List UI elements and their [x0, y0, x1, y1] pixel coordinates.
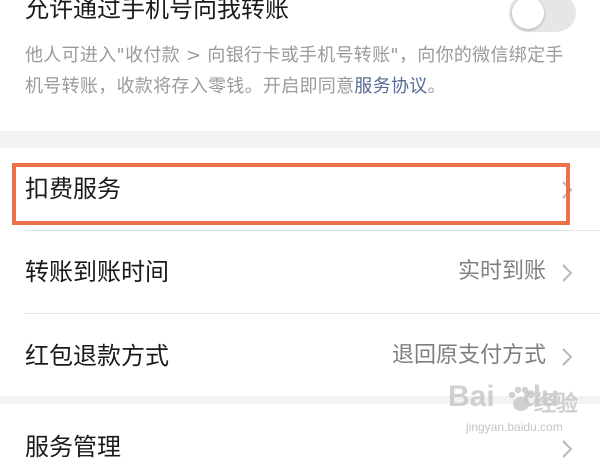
menu-item-label: 服务管理 [25, 433, 121, 461]
chevron-right-icon [562, 348, 573, 366]
description-end: 。 [427, 76, 446, 97]
menu-item-label: 红包退款方式 [25, 342, 169, 370]
menu-item-value: 实时到账 [457, 259, 546, 284]
menu-item-transfer-arrival-time[interactable]: 转账到账时间 实时到账 [0, 231, 600, 313]
chevron-right-icon [562, 264, 573, 282]
phone-transfer-title: 允许通过手机号向我转账 [25, 0, 289, 23]
paw-icon [508, 386, 535, 411]
menu-item-value: 退回原支付方式 [391, 343, 546, 368]
toggle-knob [512, 0, 544, 29]
phone-transfer-description: 他人可进入"收付款 > 向银行卡或手机号转账"，向你的微信绑定手机号转账，收款将… [25, 40, 575, 102]
baidu-jingyan-watermark: Bai du 经验 jingyan.baidu.com [440, 380, 590, 442]
description-text: 他人可进入"收付款 > 向银行卡或手机号转账"，向你的微信绑定手机号转账，收款将… [25, 45, 564, 97]
service-agreement-link[interactable]: 服务协议 [354, 76, 427, 97]
watermark-cn: 经验 [534, 392, 579, 417]
menu-item-label: 转账到账时间 [25, 258, 169, 286]
watermark-url: jingyan.baidu.com [466, 420, 563, 434]
phone-transfer-setting-card: 允许通过手机号向我转账 他人可进入"收付款 > 向银行卡或手机号转账"，向你的微… [0, 0, 600, 131]
highlight-box [12, 163, 570, 225]
phone-transfer-toggle[interactable] [509, 0, 576, 32]
